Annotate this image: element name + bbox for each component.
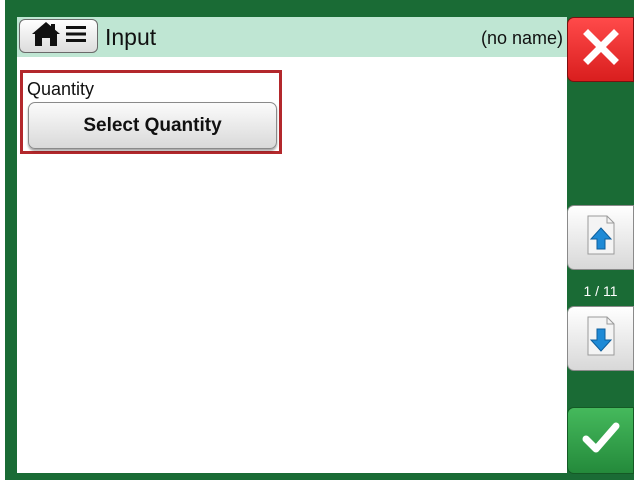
checkmark-icon xyxy=(581,421,621,460)
menu-icon xyxy=(65,24,87,49)
page-up-button[interactable] xyxy=(567,205,634,270)
quantity-label: Quantity xyxy=(27,79,95,99)
page-title: Input xyxy=(105,24,157,50)
close-button[interactable] xyxy=(567,17,634,82)
main-content: Input (no name) Quantity Select Quantity xyxy=(17,17,567,473)
close-icon xyxy=(582,28,620,71)
select-quantity-button[interactable]: Select Quantity xyxy=(28,102,277,149)
page-down-icon xyxy=(585,316,617,361)
page-down-button[interactable] xyxy=(567,306,634,371)
ok-button[interactable] xyxy=(567,407,634,474)
quantity-field-group: Quantity Select Quantity xyxy=(20,70,282,154)
page-indicator: 1 / 11 xyxy=(583,283,618,299)
document-name: (no name) xyxy=(480,28,563,48)
page-up-icon xyxy=(585,215,617,260)
home-icon xyxy=(31,21,61,52)
title-bar: Input (no name) xyxy=(17,17,567,57)
home-menu-button[interactable] xyxy=(19,19,98,53)
